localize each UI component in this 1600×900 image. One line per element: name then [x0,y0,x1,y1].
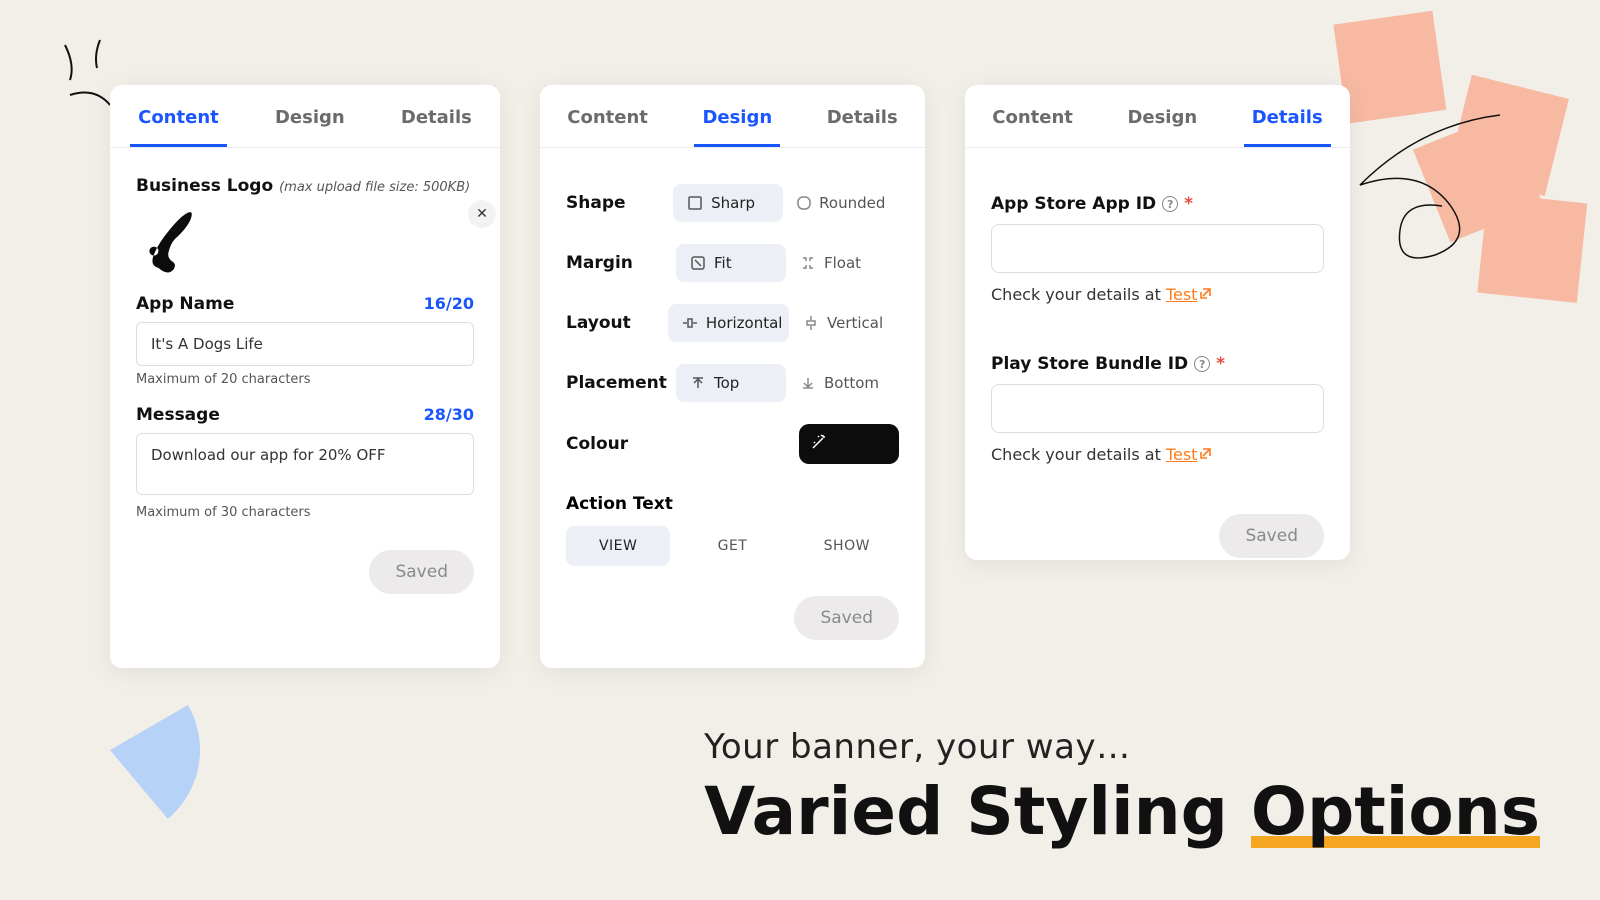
tab-content[interactable]: Content [130,85,227,147]
tab-design[interactable]: Design [267,85,353,147]
message-counter: 28/30 [424,405,474,424]
placement-bottom-option[interactable]: Bottom [786,364,896,402]
action-get-option[interactable]: GET [680,526,784,566]
logo-hint: (max upload file size: 500KB) [279,180,470,195]
colour-swatch[interactable] [799,424,899,464]
app-name-helper: Maximum of 20 characters [136,372,474,387]
app-store-id-label: App Store App ID [991,194,1156,214]
play-store-help: Check your details at Test [991,445,1324,464]
tab-design[interactable]: Design [1119,85,1205,147]
saved-button[interactable]: Saved [1219,514,1324,558]
message-input[interactable] [136,433,474,495]
required-marker: * [1216,354,1225,374]
action-text-label: Action Text [566,494,899,514]
saved-button[interactable]: Saved [369,550,474,594]
details-panel: Content Design Details App Store App ID?… [965,85,1350,560]
placement-top-option[interactable]: Top [676,364,786,402]
marketing-copy: Your banner, your way… Varied Styling Op… [704,727,1540,850]
tabs: Content Design Details [110,85,500,148]
logo-preview: ✕ [136,206,206,276]
test-link[interactable]: Test [1166,445,1213,464]
horizontal-icon [682,315,698,331]
required-marker: * [1184,194,1193,214]
layout-label: Layout [566,313,668,333]
shape-rounded-option[interactable]: Rounded [783,184,899,222]
colour-label: Colour [566,434,676,454]
content-panel: Content Design Details Business Logo (ma… [110,85,500,668]
test-link[interactable]: Test [1166,285,1213,304]
margin-float-option[interactable]: Float [786,244,896,282]
shape-label: Shape [566,193,673,213]
float-icon [800,255,816,271]
app-name-label: App Name [136,294,234,314]
tab-content[interactable]: Content [984,85,1081,147]
wand-icon [811,434,827,454]
marketing-subtitle: Your banner, your way… [704,727,1540,767]
external-link-icon [1199,285,1212,304]
tabs: Content Design Details [965,85,1350,148]
layout-vertical-option[interactable]: Vertical [789,304,899,342]
placement-label: Placement [566,373,676,393]
message-label: Message [136,405,220,425]
arrow-up-icon [690,375,706,391]
app-name-counter: 16/20 [424,294,474,313]
app-name-input[interactable] [136,322,474,366]
app-store-id-input[interactable] [991,224,1324,273]
tab-design[interactable]: Design [694,85,780,147]
margin-label: Margin [566,253,676,273]
square-icon [687,195,703,211]
shape-sharp-option[interactable]: Sharp [673,184,783,222]
arrow-down-icon [800,375,816,391]
app-store-help: Check your details at Test [991,285,1324,304]
saved-button[interactable]: Saved [794,596,899,640]
close-icon: ✕ [476,206,488,222]
tab-details[interactable]: Details [393,85,480,147]
help-icon[interactable]: ? [1194,356,1210,372]
message-helper: Maximum of 30 characters [136,505,474,520]
play-store-id-input[interactable] [991,384,1324,433]
vertical-icon [803,315,819,331]
action-view-option[interactable]: VIEW [566,526,670,566]
design-panel: Content Design Details Shape Sharp Round… [540,85,925,668]
margin-fit-option[interactable]: Fit [676,244,786,282]
tab-details[interactable]: Details [819,85,906,147]
external-link-icon [1199,445,1212,464]
marketing-headline: Varied Styling Options [704,773,1540,850]
help-icon[interactable]: ? [1162,196,1178,212]
tab-details[interactable]: Details [1244,85,1331,147]
decoration-loop [1320,110,1520,274]
rounded-square-icon [797,195,811,211]
tabs: Content Design Details [540,85,925,148]
fit-icon [690,255,706,271]
remove-logo-button[interactable]: ✕ [468,200,496,228]
play-store-id-label: Play Store Bundle ID [991,354,1188,374]
tab-content[interactable]: Content [559,85,656,147]
layout-horizontal-option[interactable]: Horizontal [668,304,789,342]
action-show-option[interactable]: SHOW [795,526,899,566]
logo-label: Business Logo (max upload file size: 500… [136,176,470,196]
